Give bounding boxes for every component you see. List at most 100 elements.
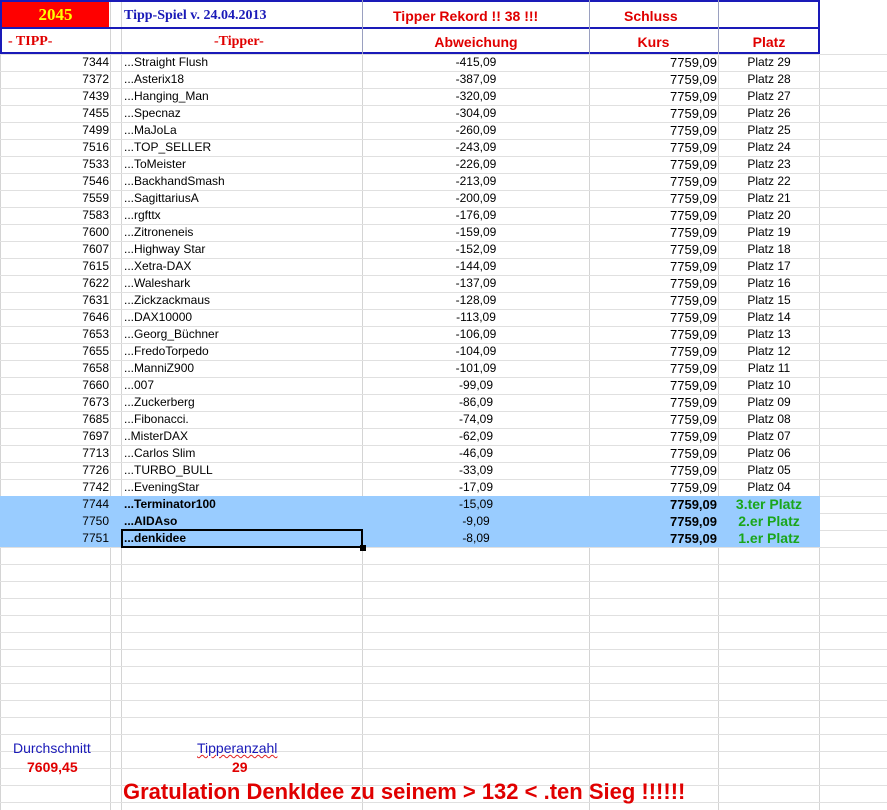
kurs-cell[interactable]: 7759,09 — [590, 326, 717, 343]
tipp-cell[interactable]: 7499 — [0, 122, 109, 139]
abweichung-cell[interactable]: -62,09 — [363, 428, 589, 445]
table-row[interactable]: 7744 ...Terminator100 -15,09 7759,09 3.ter P… — [0, 496, 820, 513]
platz-cell[interactable]: Platz 04 — [719, 479, 819, 496]
kurs-cell[interactable]: 7759,09 — [590, 360, 717, 377]
tipp-cell[interactable]: 7751 — [0, 530, 109, 547]
table-row[interactable]: 7655 ...FredoTorpedo -104,09 7759,09 Platz 1… — [0, 343, 820, 360]
table-row[interactable]: 7439 ...Hanging_Man -320,09 7759,09 Platz 27 — [0, 88, 820, 105]
tipper-name-cell[interactable]: ...rgfttx — [124, 207, 360, 224]
tipp-cell[interactable]: 7583 — [0, 207, 109, 224]
abweichung-cell[interactable]: -226,09 — [363, 156, 589, 173]
tipper-name-cell[interactable]: ...007 — [124, 377, 360, 394]
kurs-cell[interactable]: 7759,09 — [590, 309, 717, 326]
platz-cell[interactable]: Platz 26 — [719, 105, 819, 122]
abweichung-cell[interactable]: -113,09 — [363, 309, 589, 326]
platz-cell[interactable]: Platz 24 — [719, 139, 819, 156]
table-row[interactable]: 7673 ...Zuckerberg -86,09 7759,09 Platz 09 — [0, 394, 820, 411]
tipper-name-cell[interactable]: ...Straight Flush — [124, 54, 360, 71]
kurs-cell[interactable]: 7759,09 — [590, 122, 717, 139]
platz-cell[interactable]: Platz 05 — [719, 462, 819, 479]
table-row[interactable]: 7646 ...DAX10000 -113,09 7759,09 Platz 14 — [0, 309, 820, 326]
platz-cell[interactable]: Platz 22 — [719, 173, 819, 190]
tipp-cell[interactable]: 7631 — [0, 292, 109, 309]
table-row[interactable]: 7455 ...Specnaz -304,09 7759,09 Platz 26 — [0, 105, 820, 122]
abweichung-cell[interactable]: -99,09 — [363, 377, 589, 394]
abweichung-cell[interactable]: -304,09 — [363, 105, 589, 122]
tipp-cell[interactable]: 7516 — [0, 139, 109, 156]
table-row[interactable]: 7344 ...Straight Flush -415,09 7759,09 Platz… — [0, 54, 820, 71]
tipp-cell[interactable]: 7600 — [0, 224, 109, 241]
platz-cell[interactable]: Platz 19 — [719, 224, 819, 241]
abweichung-cell[interactable]: -260,09 — [363, 122, 589, 139]
table-row[interactable]: 7631 ...Zickzackmaus -128,09 7759,09 Platz 1… — [0, 292, 820, 309]
platz-cell[interactable]: Platz 11 — [719, 360, 819, 377]
tipperanzahl-label[interactable]: Tipperanzahl — [197, 740, 277, 756]
tipp-cell[interactable]: 7646 — [0, 309, 109, 326]
tipper-name-cell[interactable]: ...ManniZ900 — [124, 360, 360, 377]
kurs-cell[interactable]: 7759,09 — [590, 411, 717, 428]
table-row[interactable]: 7742 ...EveningStar -17,09 7759,09 Platz 04 — [0, 479, 820, 496]
abweichung-cell[interactable]: -9,09 — [363, 513, 589, 530]
platz-cell[interactable]: 2.er Platz — [719, 513, 819, 530]
table-row[interactable]: 7697 ..MisterDAX -62,09 7759,09 Platz 07 — [0, 428, 820, 445]
table-row[interactable]: 7516 ...TOP_SELLER -243,09 7759,09 Platz 24 — [0, 139, 820, 156]
tipperanzahl-value[interactable]: 29 — [232, 759, 248, 775]
platz-cell[interactable]: Platz 27 — [719, 88, 819, 105]
platz-cell[interactable]: Platz 10 — [719, 377, 819, 394]
active-cell-selection[interactable] — [121, 529, 363, 548]
kurs-cell[interactable]: 7759,09 — [590, 445, 717, 462]
table-row[interactable]: 7622 ...Waleshark -137,09 7759,09 Platz 16 — [0, 275, 820, 292]
tipp-cell[interactable]: 7742 — [0, 479, 109, 496]
tipper-name-cell[interactable]: ...Xetra-DAX — [124, 258, 360, 275]
kurs-cell[interactable]: 7759,09 — [590, 292, 717, 309]
kurs-cell[interactable]: 7759,09 — [590, 258, 717, 275]
abweichung-cell[interactable]: -213,09 — [363, 173, 589, 190]
kurs-cell[interactable]: 7759,09 — [590, 207, 717, 224]
platz-cell[interactable]: Platz 16 — [719, 275, 819, 292]
abweichung-cell[interactable]: -176,09 — [363, 207, 589, 224]
abweichung-cell[interactable]: -8,09 — [363, 530, 589, 547]
tipp-cell[interactable]: 7726 — [0, 462, 109, 479]
table-row[interactable]: 7533 ...ToMeister -226,09 7759,09 Platz 23 — [0, 156, 820, 173]
tipp-cell[interactable]: 7344 — [0, 54, 109, 71]
tipp-cell[interactable]: 7744 — [0, 496, 109, 513]
platz-cell[interactable]: 1.er Platz — [719, 530, 819, 547]
abweichung-cell[interactable]: -74,09 — [363, 411, 589, 428]
kurs-cell[interactable]: 7759,09 — [590, 173, 717, 190]
tipp-cell[interactable]: 7439 — [0, 88, 109, 105]
tipper-name-cell[interactable]: ...MaJoLa — [124, 122, 360, 139]
durchschnitt-label[interactable]: Durchschnitt — [13, 740, 91, 756]
platz-cell[interactable]: Platz 06 — [719, 445, 819, 462]
abweichung-cell[interactable]: -144,09 — [363, 258, 589, 275]
table-row[interactable]: 7660 ...007 -99,09 7759,09 Platz 10 — [0, 377, 820, 394]
durchschnitt-value[interactable]: 7609,45 — [27, 759, 78, 775]
abweichung-cell[interactable]: -128,09 — [363, 292, 589, 309]
tipper-name-cell[interactable]: ...AIDAso — [124, 513, 360, 530]
tipp-cell[interactable]: 7653 — [0, 326, 109, 343]
platz-cell[interactable]: Platz 20 — [719, 207, 819, 224]
abweichung-cell[interactable]: -106,09 — [363, 326, 589, 343]
kurs-cell[interactable]: 7759,09 — [590, 88, 717, 105]
kurs-cell[interactable]: 7759,09 — [590, 54, 717, 71]
tipp-cell[interactable]: 7750 — [0, 513, 109, 530]
table-row[interactable]: 7615 ...Xetra-DAX -144,09 7759,09 Platz 17 — [0, 258, 820, 275]
tipper-name-cell[interactable]: ...Fibonacci. — [124, 411, 360, 428]
table-row[interactable]: 7499 ...MaJoLa -260,09 7759,09 Platz 25 — [0, 122, 820, 139]
platz-cell[interactable]: Platz 08 — [719, 411, 819, 428]
kurs-cell[interactable]: 7759,09 — [590, 377, 717, 394]
table-row[interactable]: 7726 ...TURBO_BULL -33,09 7759,09 Platz 05 — [0, 462, 820, 479]
tipper-name-cell[interactable]: ...Carlos Slim — [124, 445, 360, 462]
table-row[interactable]: 7685 ...Fibonacci. -74,09 7759,09 Platz 08 — [0, 411, 820, 428]
platz-cell[interactable]: Platz 18 — [719, 241, 819, 258]
tipp-cell[interactable]: 7546 — [0, 173, 109, 190]
kurs-cell[interactable]: 7759,09 — [590, 71, 717, 88]
tipper-name-cell[interactable]: ...DAX10000 — [124, 309, 360, 326]
tipp-cell[interactable]: 7685 — [0, 411, 109, 428]
tipp-cell[interactable]: 7372 — [0, 71, 109, 88]
table-row[interactable]: 7607 ...Highway Star -152,09 7759,09 Platz 1… — [0, 241, 820, 258]
abweichung-cell[interactable]: -387,09 — [363, 71, 589, 88]
kurs-cell[interactable]: 7759,09 — [590, 462, 717, 479]
abweichung-cell[interactable]: -320,09 — [363, 88, 589, 105]
kurs-cell[interactable]: 7759,09 — [590, 241, 717, 258]
tipper-name-cell[interactable]: ...ToMeister — [124, 156, 360, 173]
